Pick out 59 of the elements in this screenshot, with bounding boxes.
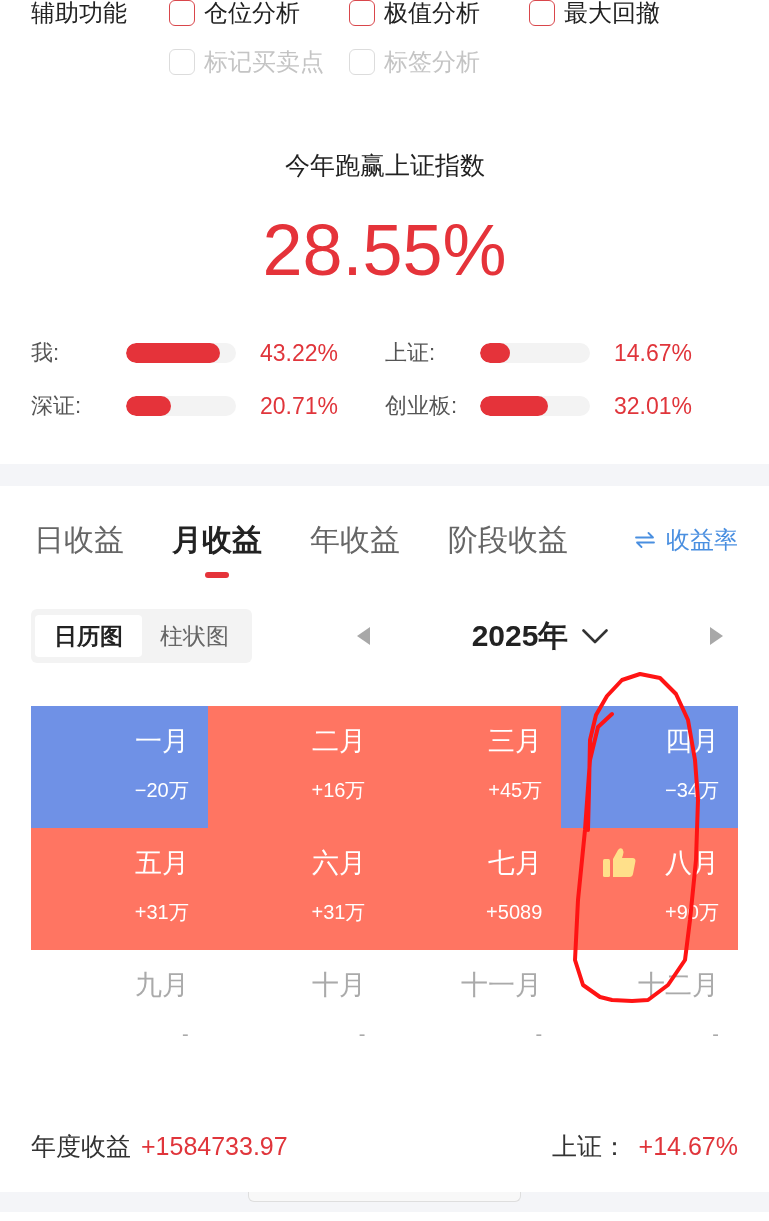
month-name: 七月 bbox=[488, 848, 543, 878]
tab[interactable]: 年收益 bbox=[310, 520, 400, 578]
annual-return-value: +1584733.97 bbox=[141, 1131, 288, 1161]
checkbox[interactable] bbox=[169, 0, 195, 26]
bar-value: 32.01% bbox=[614, 392, 693, 421]
month-name: 二月 bbox=[311, 726, 366, 756]
month-value: +16万 bbox=[311, 778, 366, 802]
checkbox[interactable] bbox=[349, 0, 375, 26]
month-name: 五月 bbox=[134, 848, 189, 878]
triangle-left-icon[interactable] bbox=[357, 627, 370, 645]
segment[interactable]: 柱状图 bbox=[141, 615, 248, 657]
bar-value: 14.67% bbox=[614, 339, 693, 368]
chevron-down-icon bbox=[582, 628, 609, 644]
bar-value: 20.71% bbox=[260, 392, 339, 421]
month-cell[interactable]: 三月 +45万 bbox=[384, 706, 562, 828]
month-value: +31万 bbox=[311, 900, 366, 924]
section-label: 辅助功能 bbox=[31, 0, 128, 26]
month-value: - bbox=[358, 1022, 366, 1046]
swap-arrows-icon bbox=[635, 532, 655, 548]
month-cell[interactable]: 六月 +31万 bbox=[207, 828, 385, 950]
month-value: +45万 bbox=[488, 778, 543, 802]
summary-value: 28.55% bbox=[262, 210, 507, 290]
month-name: 十月 bbox=[311, 970, 366, 1000]
month-cell[interactable]: 七月 +5089 bbox=[384, 828, 562, 950]
bar-value: 43.22% bbox=[260, 339, 339, 368]
month-value: - bbox=[182, 1022, 189, 1046]
checkbox-label[interactable]: 仓位分析 bbox=[204, 0, 300, 26]
month-name: 十一月 bbox=[461, 970, 543, 1000]
month-name: 一月 bbox=[134, 726, 189, 756]
month-value: −20万 bbox=[134, 778, 189, 802]
month-name: 三月 bbox=[488, 726, 543, 756]
month-name: 九月 bbox=[134, 970, 189, 1000]
checkbox-label[interactable]: 极值分析 bbox=[384, 0, 480, 26]
month-value: - bbox=[712, 1022, 719, 1046]
year-picker[interactable]: 2025年 bbox=[471, 615, 609, 657]
triangle-right-icon[interactable] bbox=[710, 627, 723, 645]
index-value: +14.67% bbox=[638, 1131, 738, 1161]
index-label: 上证： bbox=[551, 1131, 627, 1161]
checkbox[interactable] bbox=[529, 0, 555, 26]
month-value: +31万 bbox=[134, 900, 189, 924]
segment[interactable]: 日历图 bbox=[35, 615, 142, 657]
month-cell[interactable]: 五月 +31万 bbox=[31, 828, 208, 950]
tab[interactable]: 月收益 bbox=[172, 520, 262, 578]
month-value: - bbox=[535, 1022, 543, 1046]
month-name: 四月 bbox=[665, 726, 719, 756]
annual-return-label: 年度收益 bbox=[31, 1131, 131, 1161]
checkbox-label[interactable]: 最大回撤 bbox=[564, 0, 660, 26]
tab[interactable]: 日收益 bbox=[34, 520, 124, 578]
tab[interactable]: 阶段收益 bbox=[448, 520, 568, 578]
month-cell[interactable]: 一月 −20万 bbox=[31, 706, 208, 828]
month-value: +5089 bbox=[486, 900, 543, 924]
bar-label: 我: bbox=[31, 339, 61, 367]
bar-label: 创业板: bbox=[385, 392, 459, 420]
month-name: 六月 bbox=[311, 848, 366, 878]
month-cell[interactable]: 二月 +16万 bbox=[207, 706, 385, 828]
bar-label: 上证: bbox=[385, 339, 437, 367]
rate-toggle[interactable]: 收益率 bbox=[635, 520, 738, 560]
bar-label: 深证: bbox=[31, 392, 83, 420]
summary-title: 今年跑赢上证指数 bbox=[283, 150, 486, 181]
